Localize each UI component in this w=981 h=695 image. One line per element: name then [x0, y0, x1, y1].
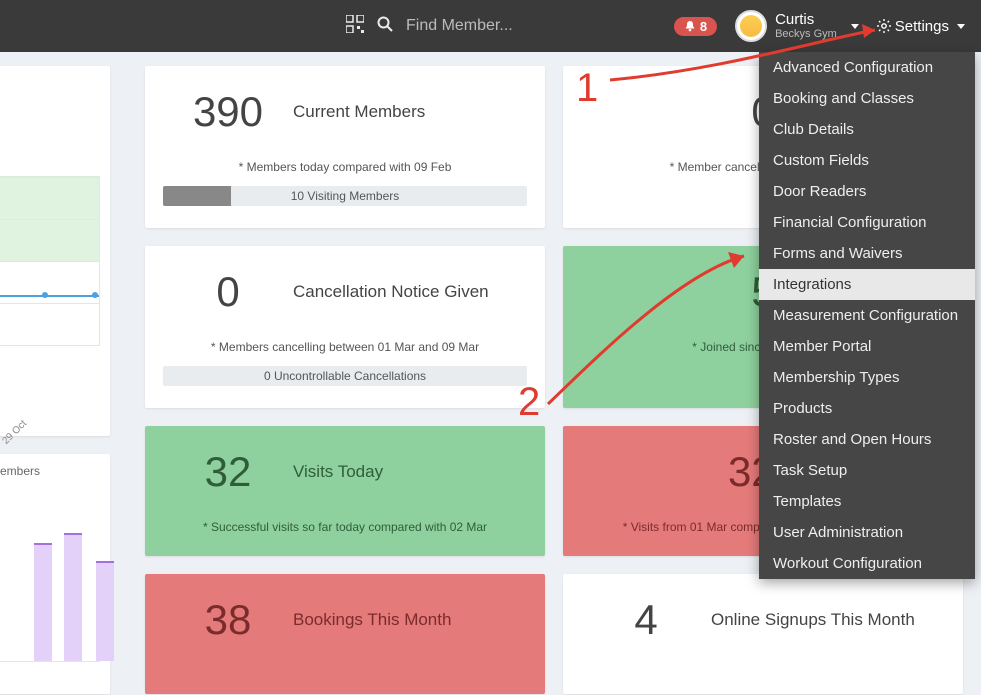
card-visits-today[interactable]: 32 Visits Today * Successful visits so f…: [145, 426, 545, 556]
gear-icon: [877, 19, 891, 33]
settings-item-advanced-configuration[interactable]: Advanced Configuration: [759, 52, 975, 83]
member-search-input[interactable]: [400, 13, 619, 39]
sidebar-chart-1: 29 Oct: [0, 66, 110, 436]
chart-legend-label: Members: [0, 464, 100, 478]
card-value: 38: [163, 596, 293, 644]
card-note: * Members today compared with 09 Feb: [163, 160, 527, 174]
sidebar-chart-2: Members: [0, 454, 110, 694]
user-name: Curtis: [775, 12, 837, 29]
chevron-down-icon: [957, 24, 965, 29]
card-title: Online Signups This Month: [711, 610, 945, 630]
card-sub-bar: 0 Uncontrollable Cancellations: [163, 366, 527, 386]
settings-item-integrations[interactable]: Integrations: [759, 269, 975, 300]
card-value: 0: [163, 268, 293, 316]
settings-item-forms-and-waivers[interactable]: Forms and Waivers: [759, 238, 975, 269]
user-subtitle: Beckys Gym: [775, 28, 837, 40]
settings-item-club-details[interactable]: Club Details: [759, 114, 975, 145]
card-title: Visits Today: [293, 462, 527, 482]
card-note: * Members cancelling between 01 Mar and …: [163, 340, 527, 354]
settings-item-door-readers[interactable]: Door Readers: [759, 176, 975, 207]
notifications-button[interactable]: 8: [674, 17, 717, 36]
card-bookings-month[interactable]: 38 Bookings This Month: [145, 574, 545, 694]
chevron-down-icon: [851, 24, 859, 29]
settings-item-task-setup[interactable]: Task Setup: [759, 455, 975, 486]
settings-button[interactable]: Settings: [877, 18, 969, 35]
card-note: * Successful visits so far today compare…: [163, 520, 527, 534]
card-sub-bar: 10 Visiting Members: [163, 186, 527, 206]
settings-item-measurement-configuration[interactable]: Measurement Configuration: [759, 300, 975, 331]
settings-item-user-administration[interactable]: User Administration: [759, 517, 975, 548]
settings-item-workout-configuration[interactable]: Workout Configuration: [759, 548, 975, 579]
card-title: Cancellation Notice Given: [293, 282, 527, 302]
card-value: 4: [581, 596, 711, 644]
settings-item-member-portal[interactable]: Member Portal: [759, 331, 975, 362]
settings-item-custom-fields[interactable]: Custom Fields: [759, 145, 975, 176]
card-title: Current Members: [293, 102, 527, 122]
card-title: Bookings This Month: [293, 610, 527, 630]
card-cancellation-notice[interactable]: 0 Cancellation Notice Given * Members ca…: [145, 246, 545, 408]
settings-item-products[interactable]: Products: [759, 393, 975, 424]
settings-item-templates[interactable]: Templates: [759, 486, 975, 517]
card-value: 32: [163, 448, 293, 496]
user-menu[interactable]: Curtis Beckys Gym: [735, 10, 859, 42]
card-online-signups[interactable]: 4 Online Signups This Month: [563, 574, 963, 694]
card-value: 390: [163, 88, 293, 136]
search-icon[interactable]: [370, 16, 400, 37]
avatar: [735, 10, 767, 42]
qr-icon[interactable]: [340, 15, 370, 38]
settings-item-roster-and-open-hours[interactable]: Roster and Open Hours: [759, 424, 975, 455]
card-current-members[interactable]: 390 Current Members * Members today comp…: [145, 66, 545, 228]
settings-dropdown: Advanced ConfigurationBooking and Classe…: [759, 52, 975, 579]
settings-item-membership-types[interactable]: Membership Types: [759, 362, 975, 393]
app-header: 8 Curtis Beckys Gym Settings: [0, 0, 981, 52]
settings-item-financial-configuration[interactable]: Financial Configuration: [759, 207, 975, 238]
settings-label: Settings: [895, 18, 949, 35]
notifications-count: 8: [700, 19, 707, 34]
settings-item-booking-and-classes[interactable]: Booking and Classes: [759, 83, 975, 114]
